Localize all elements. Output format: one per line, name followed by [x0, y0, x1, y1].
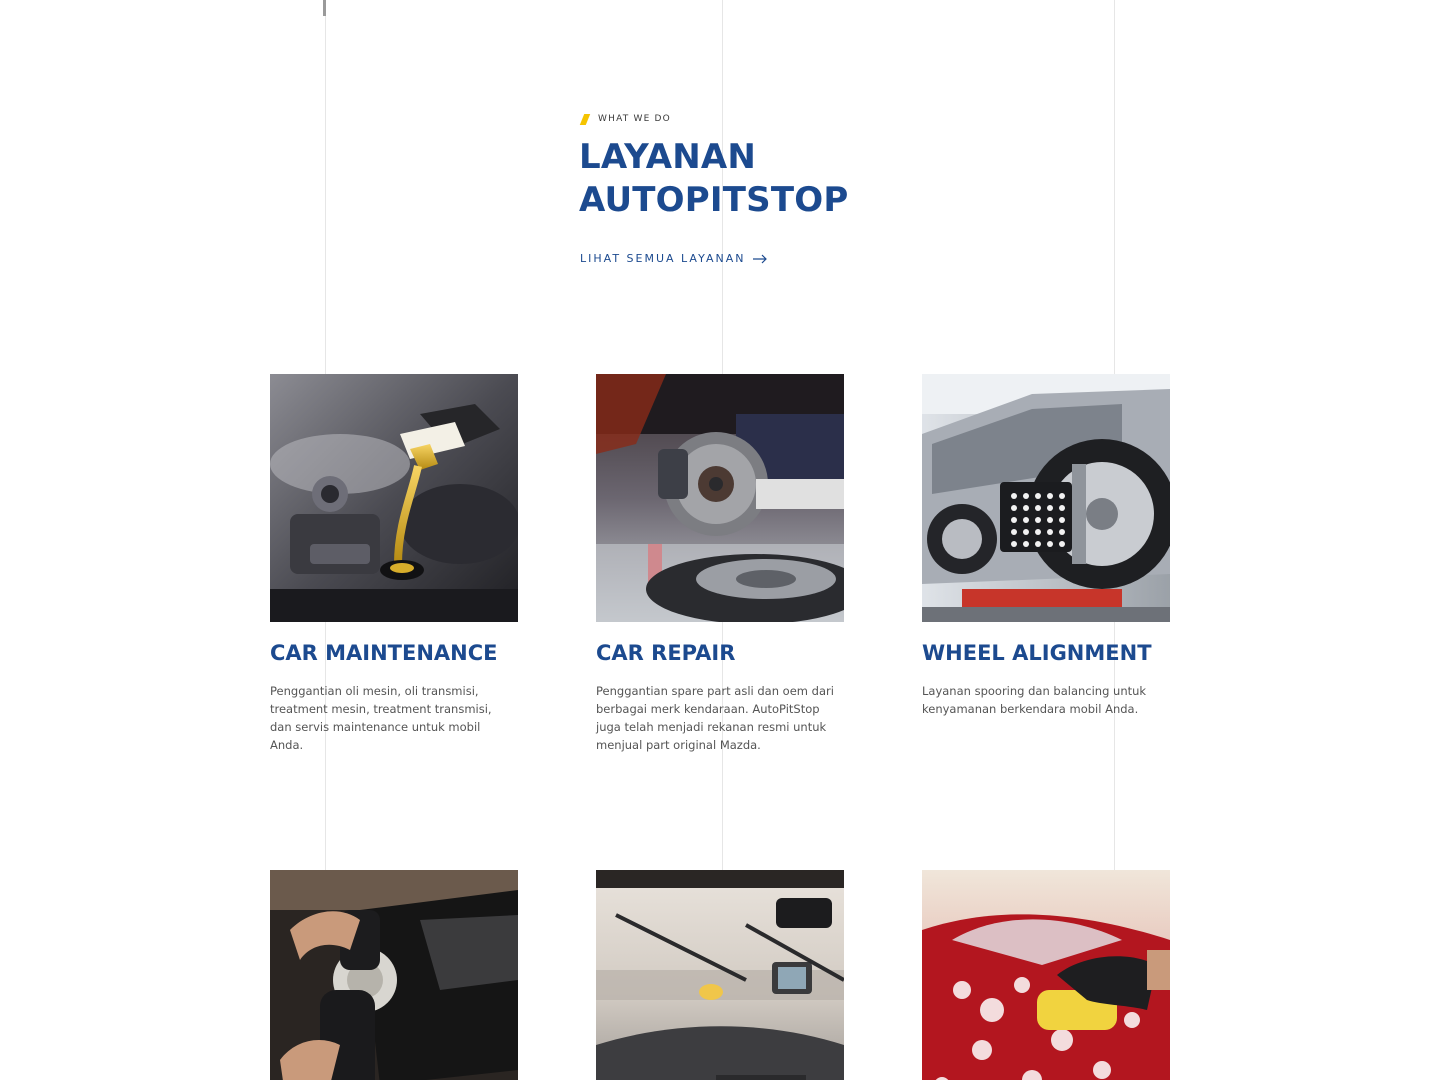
service-card[interactable]: WHEEL ALIGNMENT Layanan spooring dan bal… — [922, 374, 1170, 718]
service-card[interactable]: CAR REPAIR Penggantian spare part asli d… — [596, 374, 844, 754]
service-description: Layanan spooring dan balancing untuk ken… — [922, 684, 1147, 716]
service-title[interactable]: WHEEL ALIGNMENT — [922, 640, 1170, 666]
service-card[interactable]: CAR MAINTENANCE Penggantian oli mesin, o… — [270, 374, 518, 754]
services-page: WHAT WE DO LAYANAN AUTOPITSTOP LIHAT SEM… — [0, 0, 1440, 1080]
windshield-wiper-photo[interactable] — [596, 870, 844, 1080]
section-eyebrow: WHAT WE DO — [579, 112, 999, 126]
service-description: Penggantian oli mesin, oli transmisi, tr… — [270, 684, 492, 752]
section-title-line2: AUTOPITSTOP — [579, 180, 849, 220]
wheel-alignment-clamp-photo[interactable] — [922, 374, 1170, 622]
eyebrow-label: WHAT WE DO — [598, 114, 671, 124]
service-title[interactable]: CAR MAINTENANCE — [270, 640, 518, 666]
oil-pouring-engine-photo[interactable] — [270, 374, 518, 622]
service-card[interactable] — [922, 870, 1170, 1080]
section-title: LAYANAN AUTOPITSTOP — [579, 136, 999, 222]
accent-slash-icon — [579, 113, 591, 125]
service-title[interactable]: CAR REPAIR — [596, 640, 844, 666]
car-wash-sponge-photo[interactable] — [922, 870, 1170, 1080]
section-title-line1: LAYANAN — [579, 137, 757, 177]
service-card[interactable] — [596, 870, 844, 1080]
brake-disc-repair-photo[interactable] — [596, 374, 844, 622]
scroll-indicator — [323, 0, 326, 16]
section-header: WHAT WE DO LAYANAN AUTOPITSTOP LIHAT SEM… — [579, 112, 999, 265]
view-all-label: LIHAT SEMUA LAYANAN — [580, 252, 746, 265]
arrow-right-icon — [753, 254, 768, 264]
car-polishing-photo[interactable] — [270, 870, 518, 1080]
service-description: Penggantian spare part asli dan oem dari… — [596, 684, 834, 752]
view-all-services-link[interactable]: LIHAT SEMUA LAYANAN — [580, 252, 768, 265]
service-card[interactable] — [270, 870, 518, 1080]
